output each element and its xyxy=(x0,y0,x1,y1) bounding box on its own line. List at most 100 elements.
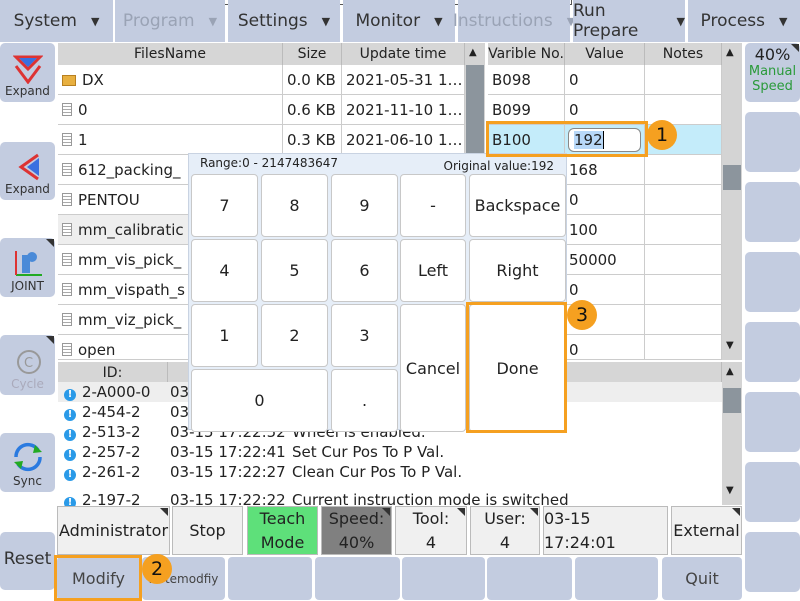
log-scrollbar[interactable] xyxy=(722,362,742,505)
range-label: Range:0 - 2147483647 xyxy=(200,156,339,170)
external-button[interactable]: External xyxy=(671,506,742,555)
side-function-button[interactable] xyxy=(745,182,800,242)
sync-button[interactable]: Sync xyxy=(0,433,55,492)
value-input[interactable]: 192 xyxy=(568,128,641,152)
key-6[interactable]: 6 xyxy=(331,239,398,302)
menu-process[interactable]: Process ▼ xyxy=(688,0,800,42)
var-notes[interactable] xyxy=(645,215,722,245)
key-left[interactable]: Left xyxy=(400,239,466,302)
key-0[interactable]: 0 xyxy=(191,369,328,432)
var-notes[interactable] xyxy=(645,275,722,305)
file-name-cell[interactable]: 0 xyxy=(58,95,283,125)
menu-system[interactable]: System ▼ xyxy=(0,0,113,42)
vars-scrollbar-thumb[interactable] xyxy=(723,165,741,190)
joint-button[interactable]: JOINT xyxy=(0,238,55,297)
svg-text:C: C xyxy=(24,356,33,371)
log-row[interactable]: ! 2-261-2 03-15 17:22:27 Clean Cur Pos To P… xyxy=(58,462,722,482)
side-function-button[interactable] xyxy=(745,392,800,452)
quit-button[interactable]: Quit xyxy=(662,557,742,600)
modify-button[interactable]: Modify xyxy=(57,557,140,600)
key-8[interactable]: 8 xyxy=(261,174,328,237)
function-button[interactable] xyxy=(228,557,312,600)
var-notes[interactable] xyxy=(645,245,722,275)
column-header: FilesName xyxy=(58,43,283,65)
key-1[interactable]: 1 xyxy=(191,304,258,367)
key-4[interactable]: 4 xyxy=(191,239,258,302)
cycle-button[interactable]: C Cycle xyxy=(0,335,55,395)
scroll-up-icon[interactable]: ▲ xyxy=(726,366,734,377)
log-scrollbar-thumb[interactable] xyxy=(723,388,741,413)
key-right[interactable]: Right xyxy=(469,239,566,302)
scroll-down-icon[interactable]: ▼ xyxy=(726,485,734,496)
menu-program[interactable]: Program ▼ xyxy=(115,0,225,42)
var-value-cell[interactable]: 192 xyxy=(565,125,645,155)
sync-label: Sync xyxy=(13,474,42,488)
datetime-display[interactable]: 03-15 17:24:01 xyxy=(543,506,668,555)
var-notes[interactable] xyxy=(645,65,722,95)
vars-scrollbar[interactable] xyxy=(722,43,742,360)
expand-left-button[interactable]: Expand xyxy=(0,142,55,200)
menu-instructions[interactable]: Instructions ▼ xyxy=(453,0,575,42)
key-7[interactable]: 7 xyxy=(191,174,258,237)
function-button[interactable] xyxy=(402,557,485,600)
file-name-cell[interactable]: DX xyxy=(58,65,283,95)
key-done[interactable]: Done xyxy=(469,304,566,432)
var-notes[interactable] xyxy=(645,305,722,335)
side-function-button[interactable] xyxy=(745,112,800,172)
side-function-button[interactable] xyxy=(745,532,800,592)
key-minus[interactable]: - xyxy=(400,174,466,237)
scroll-up-icon[interactable]: ▲ xyxy=(726,47,734,58)
var-notes[interactable] xyxy=(645,155,722,185)
speed-status-button[interactable]: Speed: 40% xyxy=(321,506,392,555)
var-notes[interactable] xyxy=(645,95,722,125)
key-3[interactable]: 3 xyxy=(331,304,398,367)
var-value[interactable]: 0 xyxy=(565,275,645,305)
key-2[interactable]: 2 xyxy=(261,304,328,367)
status-text: Teach xyxy=(259,508,306,528)
var-value[interactable] xyxy=(565,305,645,335)
file-icon xyxy=(62,103,72,116)
side-function-button[interactable] xyxy=(745,252,800,312)
user-button[interactable]: Administrator xyxy=(57,506,170,555)
menu-monitor[interactable]: Monitor ▼ xyxy=(343,0,455,42)
menu-settings[interactable]: Settings ▼ xyxy=(228,0,340,42)
tool-button[interactable]: Tool: 4 xyxy=(395,506,467,555)
var-value[interactable]: 0 xyxy=(565,65,645,95)
function-button[interactable] xyxy=(575,557,658,600)
column-header: Update time xyxy=(342,43,465,65)
var-value[interactable]: 168 xyxy=(565,155,645,185)
side-function-button[interactable] xyxy=(745,322,800,382)
menu-run-prepare[interactable]: Run Prepare ▼ xyxy=(573,0,685,42)
key-9[interactable]: 9 xyxy=(331,174,398,237)
var-notes[interactable] xyxy=(645,125,722,155)
function-button[interactable] xyxy=(487,557,572,600)
key-cancel[interactable]: Cancel xyxy=(400,304,466,432)
var-value[interactable]: 0 xyxy=(565,95,645,125)
var-value[interactable]: 100 xyxy=(565,215,645,245)
var-notes[interactable] xyxy=(645,185,722,215)
menu-label: Program xyxy=(122,11,195,31)
var-notes[interactable] xyxy=(645,335,722,360)
notemodify-button[interactable]: Notemodfiy xyxy=(142,557,225,600)
reset-button[interactable]: Reset xyxy=(0,532,55,590)
expand-button[interactable]: Expand xyxy=(0,43,55,102)
var-value[interactable]: 50000 xyxy=(565,245,645,275)
function-button[interactable] xyxy=(315,557,400,600)
log-row[interactable]: ! 2-257-2 03-15 17:22:41 Set Cur Pos To P V… xyxy=(58,442,722,462)
key-backspace[interactable]: Backspace xyxy=(469,174,566,237)
key-5[interactable]: 5 xyxy=(261,239,328,302)
var-value[interactable]: 0 xyxy=(565,185,645,215)
files-scrollbar-thumb[interactable] xyxy=(466,65,484,155)
teach-mode-button[interactable]: Teach Mode xyxy=(247,506,318,555)
key-dot[interactable]: . xyxy=(331,369,398,432)
scroll-down-icon[interactable]: ▼ xyxy=(726,340,734,351)
user-frame-button[interactable]: User: 4 xyxy=(470,506,540,555)
scroll-up-icon[interactable]: ▲ xyxy=(469,47,477,58)
file-name: open xyxy=(78,341,116,359)
file-size: 0.0 KB xyxy=(283,65,342,95)
file-name-cell[interactable]: 1 xyxy=(58,125,283,155)
var-value[interactable]: 0 xyxy=(565,335,645,360)
speed-button[interactable]: 40% Manual Speed xyxy=(745,43,800,102)
stop-button[interactable]: Stop xyxy=(172,506,243,555)
side-function-button[interactable] xyxy=(745,462,800,522)
